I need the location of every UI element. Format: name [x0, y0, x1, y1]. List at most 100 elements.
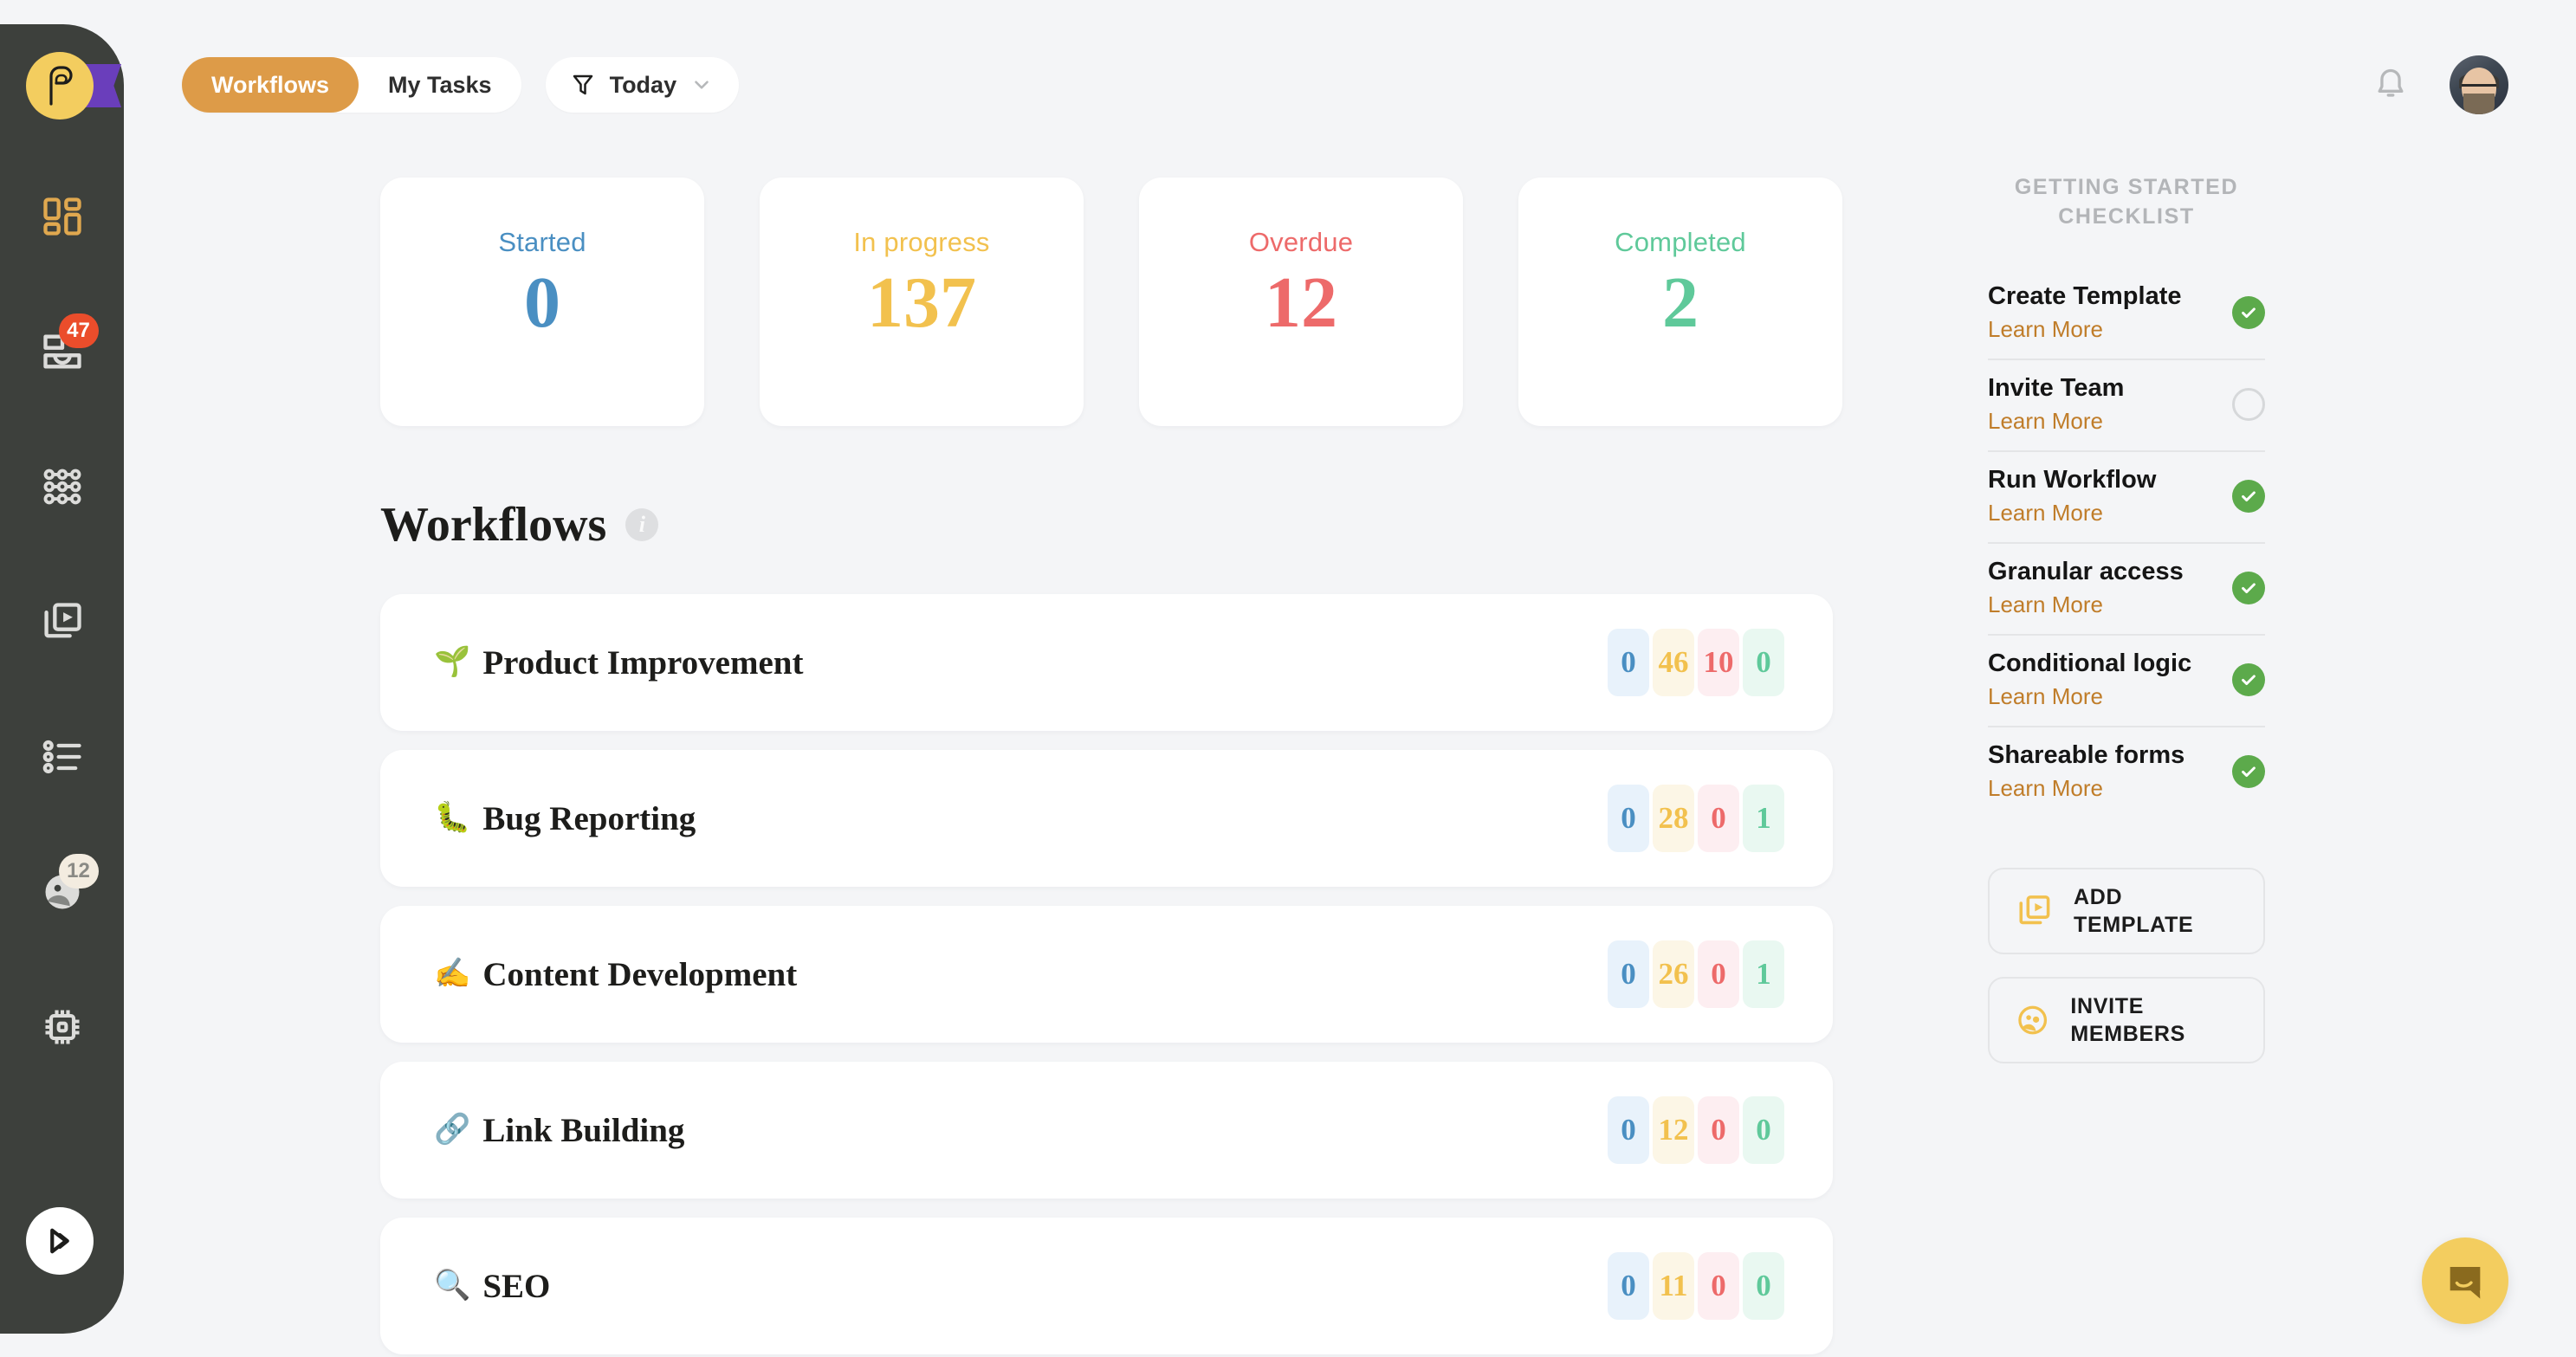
- checkmark-icon[interactable]: [2232, 754, 2265, 788]
- workflow-name: 🔗 Link Building: [434, 1111, 684, 1150]
- checklist-item[interactable]: Invite Team Learn More: [1988, 360, 2265, 452]
- getting-started-title: GETTING STARTED CHECKLIST: [2014, 175, 2239, 229]
- workflow-name-label: Bug Reporting: [482, 799, 696, 837]
- count-pill[interactable]: 10: [1698, 629, 1739, 696]
- invite-members-button[interactable]: INVITE MEMBERS: [1988, 976, 2265, 1063]
- sidebar-item-checklists[interactable]: [35, 729, 90, 785]
- sidebar-item-automations[interactable]: [35, 999, 90, 1055]
- learn-more-link[interactable]: Learn More: [1988, 683, 2191, 710]
- workflow-counts: 0 12 0 0: [1608, 1096, 1784, 1164]
- app-logo[interactable]: [0, 52, 124, 135]
- stat-card[interactable]: Completed 2: [1518, 178, 1842, 426]
- learn-more-link[interactable]: Learn More: [1988, 316, 2182, 343]
- checklist-item[interactable]: Granular access Learn More: [1988, 544, 2265, 636]
- sidebar-item-forms[interactable]: 12: [35, 854, 99, 920]
- count-pill[interactable]: 1: [1743, 785, 1784, 852]
- invite-members-label: INVITE MEMBERS: [2070, 993, 2186, 1046]
- checklist-item-label: Create Template: [1988, 281, 2182, 310]
- workflow-list: 🌱 Product Improvement 0 46 10 0 🐛 Bug Reporting…: [380, 594, 1951, 1354]
- count-pill[interactable]: 0: [1608, 940, 1649, 1008]
- workflow-row[interactable]: ✍️ Content Development 0 26 0 1: [380, 906, 1833, 1043]
- add-template-label: ADD TEMPLATE: [2073, 884, 2194, 937]
- seedling-emoji: 🌱: [434, 646, 471, 678]
- sidebar-item-inbox[interactable]: 47: [35, 313, 99, 379]
- count-pill[interactable]: 26: [1653, 940, 1694, 1008]
- learn-more-link[interactable]: Learn More: [1988, 591, 2184, 618]
- avatar-beard: [2463, 93, 2495, 114]
- avatar[interactable]: [2450, 55, 2508, 114]
- count-pill[interactable]: 0: [1698, 1252, 1739, 1320]
- count-pill[interactable]: 0: [1698, 940, 1739, 1008]
- checkmark-icon[interactable]: [2232, 295, 2265, 329]
- workflow-row[interactable]: 🔗 Link Building 0 12 0 0: [380, 1062, 1833, 1199]
- stat-value: 137: [867, 262, 976, 343]
- count-pill[interactable]: 11: [1653, 1252, 1694, 1320]
- count-pill[interactable]: 0: [1743, 1252, 1784, 1320]
- workflow-name: 🔍 SEO: [434, 1267, 550, 1306]
- checklist-item-label: Shareable forms: [1988, 740, 2185, 769]
- stat-value: 12: [1265, 262, 1337, 343]
- page-title: Workflows: [380, 498, 607, 552]
- count-pill[interactable]: 0: [1608, 1096, 1649, 1164]
- stat-card[interactable]: Started 0: [380, 178, 704, 426]
- checklist-item[interactable]: Run Workflow Learn More: [1988, 452, 2265, 544]
- learn-more-link[interactable]: Learn More: [1988, 500, 2156, 527]
- count-pill[interactable]: 0: [1743, 629, 1784, 696]
- count-pill[interactable]: 0: [1608, 629, 1649, 696]
- count-pill[interactable]: 28: [1653, 785, 1694, 852]
- empty-circle-icon[interactable]: [2232, 387, 2265, 421]
- workflow-counts: 0 46 10 0: [1608, 629, 1784, 696]
- count-pill[interactable]: 0: [1608, 785, 1649, 852]
- checkmark-icon[interactable]: [2232, 479, 2265, 513]
- checkmark-icon[interactable]: [2232, 662, 2265, 696]
- checkmark-icon[interactable]: [2232, 571, 2265, 604]
- count-pill[interactable]: 0: [1608, 1252, 1649, 1320]
- workflow-name-label: Link Building: [482, 1111, 685, 1149]
- stat-label: Overdue: [1248, 227, 1354, 257]
- add-template-button[interactable]: ADD TEMPLATE: [1988, 867, 2265, 954]
- workflow-name-label: Product Improvement: [482, 643, 804, 682]
- main-content: Started 0 In progress 137 Overdue 12 Completed…: [124, 91, 1951, 1354]
- count-pill[interactable]: 0: [1698, 1096, 1739, 1164]
- sidebar-badge-inbox: 47: [58, 313, 99, 348]
- checklist-item[interactable]: Shareable forms Learn More: [1988, 727, 2265, 817]
- stat-value: 0: [524, 262, 560, 343]
- count-pill[interactable]: 0: [1698, 785, 1739, 852]
- writing-hand-emoji: ✍️: [434, 958, 471, 990]
- sidebar-item-templates[interactable]: [35, 594, 90, 649]
- count-pill[interactable]: 46: [1653, 629, 1694, 696]
- checklist-item[interactable]: Conditional logic Learn More: [1988, 636, 2265, 727]
- workflow-row[interactable]: 🐛 Bug Reporting 0 28 0 1: [380, 750, 1833, 887]
- count-pill[interactable]: 1: [1743, 940, 1784, 1008]
- section-header: Workflows i: [380, 497, 1951, 552]
- topbar-actions: [2372, 55, 2508, 114]
- sidebar-run-button[interactable]: [26, 1207, 94, 1275]
- learn-more-link[interactable]: Learn More: [1988, 408, 2124, 435]
- info-icon[interactable]: i: [625, 508, 659, 541]
- automation-chip-icon: [45, 1010, 79, 1044]
- stat-card[interactable]: Overdue 12: [1139, 178, 1463, 426]
- count-pill[interactable]: 0: [1743, 1096, 1784, 1164]
- workflow-name: 🌱 Product Improvement: [434, 643, 803, 682]
- count-pill[interactable]: 12: [1653, 1096, 1694, 1164]
- checklist-item[interactable]: Create Template Learn More: [1988, 268, 2265, 360]
- checklist-item-label: Invite Team: [1988, 373, 2125, 402]
- sidebar-item-dashboard[interactable]: [35, 189, 90, 244]
- panel-actions: ADD TEMPLATE INVITE MEMBERS: [1988, 867, 2265, 1063]
- stat-card[interactable]: In progress 137: [760, 178, 1084, 426]
- magnifier-emoji: 🔍: [434, 1270, 471, 1302]
- sidebar-item-workflows[interactable]: [35, 459, 90, 514]
- workflow-row[interactable]: 🌱 Product Improvement 0 46 10 0: [380, 594, 1833, 731]
- checklist-item-label: Granular access: [1988, 557, 2184, 585]
- chat-launcher-button[interactable]: [2422, 1237, 2508, 1324]
- logo-circle-icon: [26, 52, 94, 120]
- link-emoji: 🔗: [434, 1114, 471, 1146]
- bell-icon[interactable]: [2372, 66, 2410, 104]
- chat-bubble-icon: [2450, 1266, 2481, 1299]
- learn-more-link[interactable]: Learn More: [1988, 775, 2184, 802]
- checklist-item-label: Conditional logic: [1988, 649, 2192, 677]
- workflow-row[interactable]: 🔍 SEO 0 11 0 0: [380, 1218, 1833, 1354]
- stat-label: In progress: [853, 227, 990, 257]
- stat-value: 2: [1662, 262, 1699, 343]
- stat-label: Completed: [1615, 227, 1746, 257]
